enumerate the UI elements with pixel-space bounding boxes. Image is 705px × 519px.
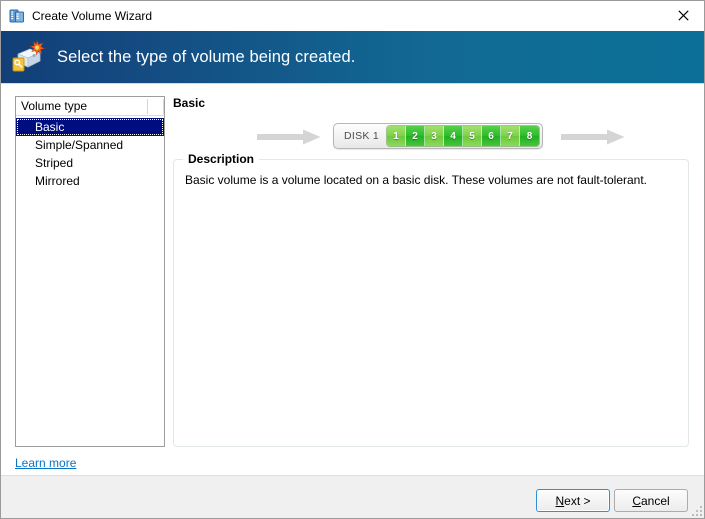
list-item-basic[interactable]: Basic <box>16 118 164 136</box>
disk-stack-icon <box>9 8 25 24</box>
close-icon <box>678 10 689 21</box>
description-legend: Description <box>183 152 260 166</box>
disk-wizard-icon <box>11 39 45 74</box>
column-separator-secondary <box>163 99 164 114</box>
disk-block: 2 <box>406 126 426 146</box>
volume-type-list-body: Basic Simple/Spanned Striped Mirrored <box>16 116 164 190</box>
list-item-striped[interactable]: Striped <box>16 154 164 172</box>
detail-title: Basic <box>173 96 206 110</box>
disk-block: 3 <box>425 126 445 146</box>
volume-type-column-label: Volume type <box>21 99 88 113</box>
cancel-button-accel: C <box>632 493 641 508</box>
content-area: Volume type Basic Simple/Spanned Striped… <box>1 84 704 474</box>
resize-grip-icon[interactable] <box>692 506 703 517</box>
description-groupbox: Description Basic volume is a volume loc… <box>173 152 689 447</box>
dialog-footer: Next > Cancel <box>1 475 704 518</box>
disk-block: 8 <box>520 126 540 146</box>
volume-detail-panel: Basic DISK 1 1 2 3 4 5 6 7 8 Description… <box>173 96 691 447</box>
next-button[interactable]: Next > <box>536 489 610 512</box>
banner-heading: Select the type of volume being created. <box>57 47 356 66</box>
disk-block: 5 <box>463 126 483 146</box>
volume-type-listbox[interactable]: Volume type Basic Simple/Spanned Striped… <box>15 96 165 447</box>
list-item-simple-spanned[interactable]: Simple/Spanned <box>16 136 164 154</box>
next-button-label: ext > <box>564 493 591 508</box>
window-title: Create Volume Wizard <box>32 9 153 23</box>
disk-block: 4 <box>444 126 464 146</box>
learn-more-row: Learn more <box>1 456 704 474</box>
disk-diagram: DISK 1 1 2 3 4 5 6 7 8 <box>173 120 691 154</box>
arrow-right-icon-right <box>561 129 625 145</box>
disk-1-graphic: DISK 1 1 2 3 4 5 6 7 8 <box>333 123 544 149</box>
close-button[interactable] <box>661 1 704 30</box>
disk-label: DISK 1 <box>344 130 380 142</box>
volume-type-column-header[interactable]: Volume type <box>16 97 164 116</box>
create-volume-wizard-window: Create Volume Wizard Select the type of … <box>0 0 705 519</box>
cancel-button[interactable]: Cancel <box>614 489 688 512</box>
disk-block: 1 <box>387 126 407 146</box>
next-button-accel: N <box>555 493 565 508</box>
arrow-right-icon-left <box>257 129 321 145</box>
list-item-mirrored[interactable]: Mirrored <box>16 172 164 190</box>
title-bar: Create Volume Wizard <box>1 1 704 31</box>
cancel-button-label: ancel <box>640 493 670 508</box>
disk-block: 6 <box>482 126 502 146</box>
learn-more-link[interactable]: Learn more <box>15 456 76 470</box>
column-separator <box>147 99 148 114</box>
disk-block-strip: 1 2 3 4 5 6 7 8 <box>387 126 540 146</box>
wizard-banner: Select the type of volume being created. <box>1 31 704 83</box>
disk-block: 7 <box>501 126 521 146</box>
